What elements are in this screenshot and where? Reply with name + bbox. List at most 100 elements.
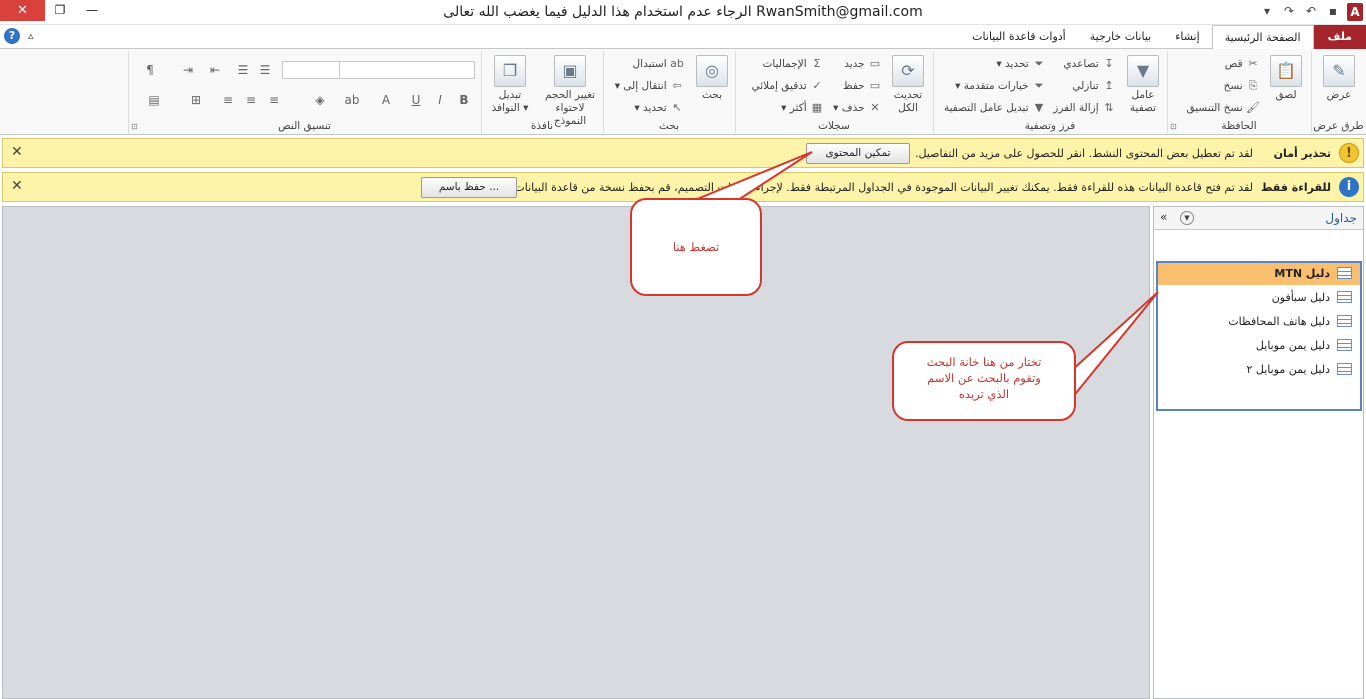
close-icon[interactable]: ✕ (11, 144, 23, 160)
redo-icon[interactable]: ↷ (1281, 4, 1297, 20)
format-painter-button[interactable]: 🖌 نسخ التنسيق (1187, 101, 1261, 115)
group-clipboard: 📋 لصق ✂ قص ⎘ نسخ 🖌 نسخ التنسيق الحافظة ⊡ (1167, 51, 1310, 133)
undo-icon[interactable]: ↶ (1303, 4, 1319, 20)
new-record-icon: ▭ (869, 57, 881, 70)
filter-button[interactable]: ▼ عامل تصفية (1122, 55, 1164, 115)
dialog-launcher-icon[interactable]: ⊡ (1170, 122, 1177, 131)
switch-windows-label: تبديل النوافذ (491, 89, 522, 114)
dialog-launcher-icon[interactable]: ⊡ (131, 122, 138, 131)
alternate-row-color-icon[interactable]: ▤ (145, 91, 163, 109)
remove-sort-button[interactable]: ⇅ إزالة الفرز (1053, 101, 1116, 115)
replace-label: استبدال (632, 58, 667, 70)
enable-content-button[interactable]: تمكين المحتوى (806, 143, 910, 164)
access-logo-icon: A (1347, 3, 1363, 21)
selection-filter-button[interactable]: ⏷ تحديد ▾ (996, 57, 1046, 71)
nav-table-item[interactable]: دليل MTN (1158, 263, 1360, 285)
help-icon[interactable]: ? (4, 28, 20, 44)
nav-pane-header[interactable]: « ▼ جداول (1154, 207, 1363, 230)
sort-ascending-button[interactable]: ↧ تصاعدي (1063, 57, 1116, 71)
goto-label: انتقال إلى (623, 80, 667, 92)
save-label: حفظ (842, 80, 865, 92)
sort-az-icon: ↧ (1104, 57, 1114, 70)
save-record-button[interactable]: ▭ حفظ (843, 79, 882, 93)
paragraph-direction-icon[interactable]: ¶ (141, 61, 159, 79)
advanced-filter-button[interactable]: ⏷ خيارات متقدمة ▾ (955, 79, 1046, 93)
paste-icon: 📋 (1270, 55, 1302, 87)
close-icon[interactable]: ✕ (11, 178, 23, 194)
group-label: سجلات (818, 120, 850, 132)
table-icon (1337, 339, 1352, 351)
table-name: دليل يمن موبايل ٢ (1246, 363, 1331, 376)
fill-color-icon[interactable]: ◈ (311, 91, 329, 109)
paste-label: لصق (1275, 89, 1297, 101)
tab-create[interactable]: إنشاء (1163, 25, 1211, 49)
tab-external-data[interactable]: بيانات خارجية (1078, 25, 1163, 49)
nav-table-item[interactable]: دليل يمن موبايل ٢ (1158, 359, 1360, 381)
group-label: تنسيق النص (278, 120, 331, 132)
search-hint-callout: تختار من هنا خانة البحث وتقوم بالبحث عن … (892, 341, 1076, 421)
font-color-icon[interactable]: A (377, 91, 395, 109)
bullets-icon[interactable]: ☰ (234, 61, 252, 79)
new-record-button[interactable]: ▭ جديد (844, 57, 882, 71)
copy-icon: ⎘ (1248, 79, 1258, 92)
tab-database-tools[interactable]: أدوات قاعدة البيانات (960, 25, 1078, 49)
advanced-label: خيارات متقدمة (963, 80, 1029, 92)
chevron-down-icon[interactable]: ▼ (1180, 211, 1194, 225)
highlight-icon[interactable]: ab (343, 91, 361, 109)
save-icon[interactable]: ▪ (1325, 4, 1341, 20)
nav-table-item[interactable]: دليل سبأفون (1158, 287, 1360, 309)
gridlines-icon[interactable]: ⊞ (187, 91, 205, 109)
shutter-bar-icon[interactable]: « (1160, 210, 1167, 224)
italic-icon[interactable]: I (431, 91, 449, 109)
table-icon (1337, 363, 1352, 375)
tab-file[interactable]: ملف (1313, 25, 1366, 49)
selection-label: تحديد (1005, 58, 1029, 70)
align-center-icon[interactable]: ≡ (242, 91, 260, 109)
customize-qat-icon[interactable]: ▾ (1259, 4, 1275, 20)
switch-windows-button[interactable]: ❐ تبديل النوافذ ▾ (484, 55, 536, 115)
toggle-filter-button[interactable]: ▼ تبديل عامل التصفية (944, 101, 1046, 115)
align-left-icon[interactable]: ≡ (219, 91, 237, 109)
totals-button[interactable]: Σ الإجماليات (763, 57, 824, 71)
group-label: طرق عرض (1313, 120, 1364, 132)
refresh-all-button[interactable]: ⟳ تحديث الكل (886, 55, 930, 115)
copy-button[interactable]: ⎘ نسخ (1224, 79, 1260, 93)
spelling-button[interactable]: ✓ تدقيق إملائي (751, 79, 824, 93)
group-find: ◎ بحث ab استبدال ⇦ انتقال إلى ▾ ↖ تحديد … (603, 51, 734, 133)
select-button[interactable]: ↖ تحديد ▾ (634, 101, 684, 115)
align-right-icon[interactable]: ≡ (265, 91, 283, 109)
more-button[interactable]: ▦ أكثر ▾ (781, 101, 824, 115)
nav-table-item[interactable]: دليل هاتف المحافظات (1158, 311, 1360, 333)
bold-icon[interactable]: B (455, 91, 473, 109)
cut-button[interactable]: ✂ قص (1225, 57, 1260, 71)
decrease-indent-icon[interactable]: ⇤ (206, 61, 224, 79)
nav-table-item[interactable]: دليل يمن موبايل (1158, 335, 1360, 357)
underline-icon[interactable]: U (407, 91, 425, 109)
group-label: الحافظة (1221, 120, 1257, 132)
replace-button[interactable]: ab استبدال (633, 57, 684, 71)
increase-indent-icon[interactable]: ⇥ (179, 61, 197, 79)
click-here-callout: تضغط هنا (630, 198, 762, 296)
goto-button[interactable]: ⇦ انتقال إلى ▾ (615, 79, 684, 93)
security-warning-bar: ! تحذير أمان لقد تم تعطيل بعض المحتوى ال… (2, 138, 1364, 168)
view-button[interactable]: ✎ عرض (1318, 55, 1360, 102)
sort-descending-button[interactable]: ↥ تنازلي (1072, 79, 1116, 93)
delete-record-button[interactable]: ✕ حذف ▾ (833, 101, 882, 115)
ribbon-tabs: ملف الصفحة الرئيسية إنشاء بيانات خارجية … (960, 25, 1366, 50)
find-button[interactable]: ◎ بحث (692, 55, 732, 102)
size-to-fit-button[interactable]: ▣ تغيير الحجم لاحتواء النموذج (540, 55, 600, 128)
paste-button[interactable]: 📋 لصق (1266, 55, 1306, 102)
selection-filter-icon: ⏷ (1034, 57, 1044, 70)
save-as-button[interactable]: حفظ باسم ... (421, 177, 517, 198)
font-size-combo[interactable] (282, 61, 340, 79)
navigation-pane: « ▼ جداول دليل MTN دليل سبأفون دليل هاتف… (1153, 206, 1364, 699)
tab-home[interactable]: الصفحة الرئيسية (1211, 25, 1314, 50)
size-to-fit-icon: ▣ (554, 55, 586, 87)
group-sort-filter: ▼ عامل تصفية ↧ تصاعدي ↥ تنازلي ⇅ إزالة ا… (933, 51, 1166, 133)
table-icon (1337, 267, 1352, 279)
numbering-icon[interactable]: ☰ (256, 61, 274, 79)
cut-label: قص (1224, 58, 1243, 70)
minimize-ribbon-icon[interactable]: ▵ (28, 29, 34, 42)
group-label: نافذة (530, 120, 554, 132)
security-warning-text: لقد تم تعطيل بعض المحتوى النشط. انقر للح… (914, 147, 1253, 160)
